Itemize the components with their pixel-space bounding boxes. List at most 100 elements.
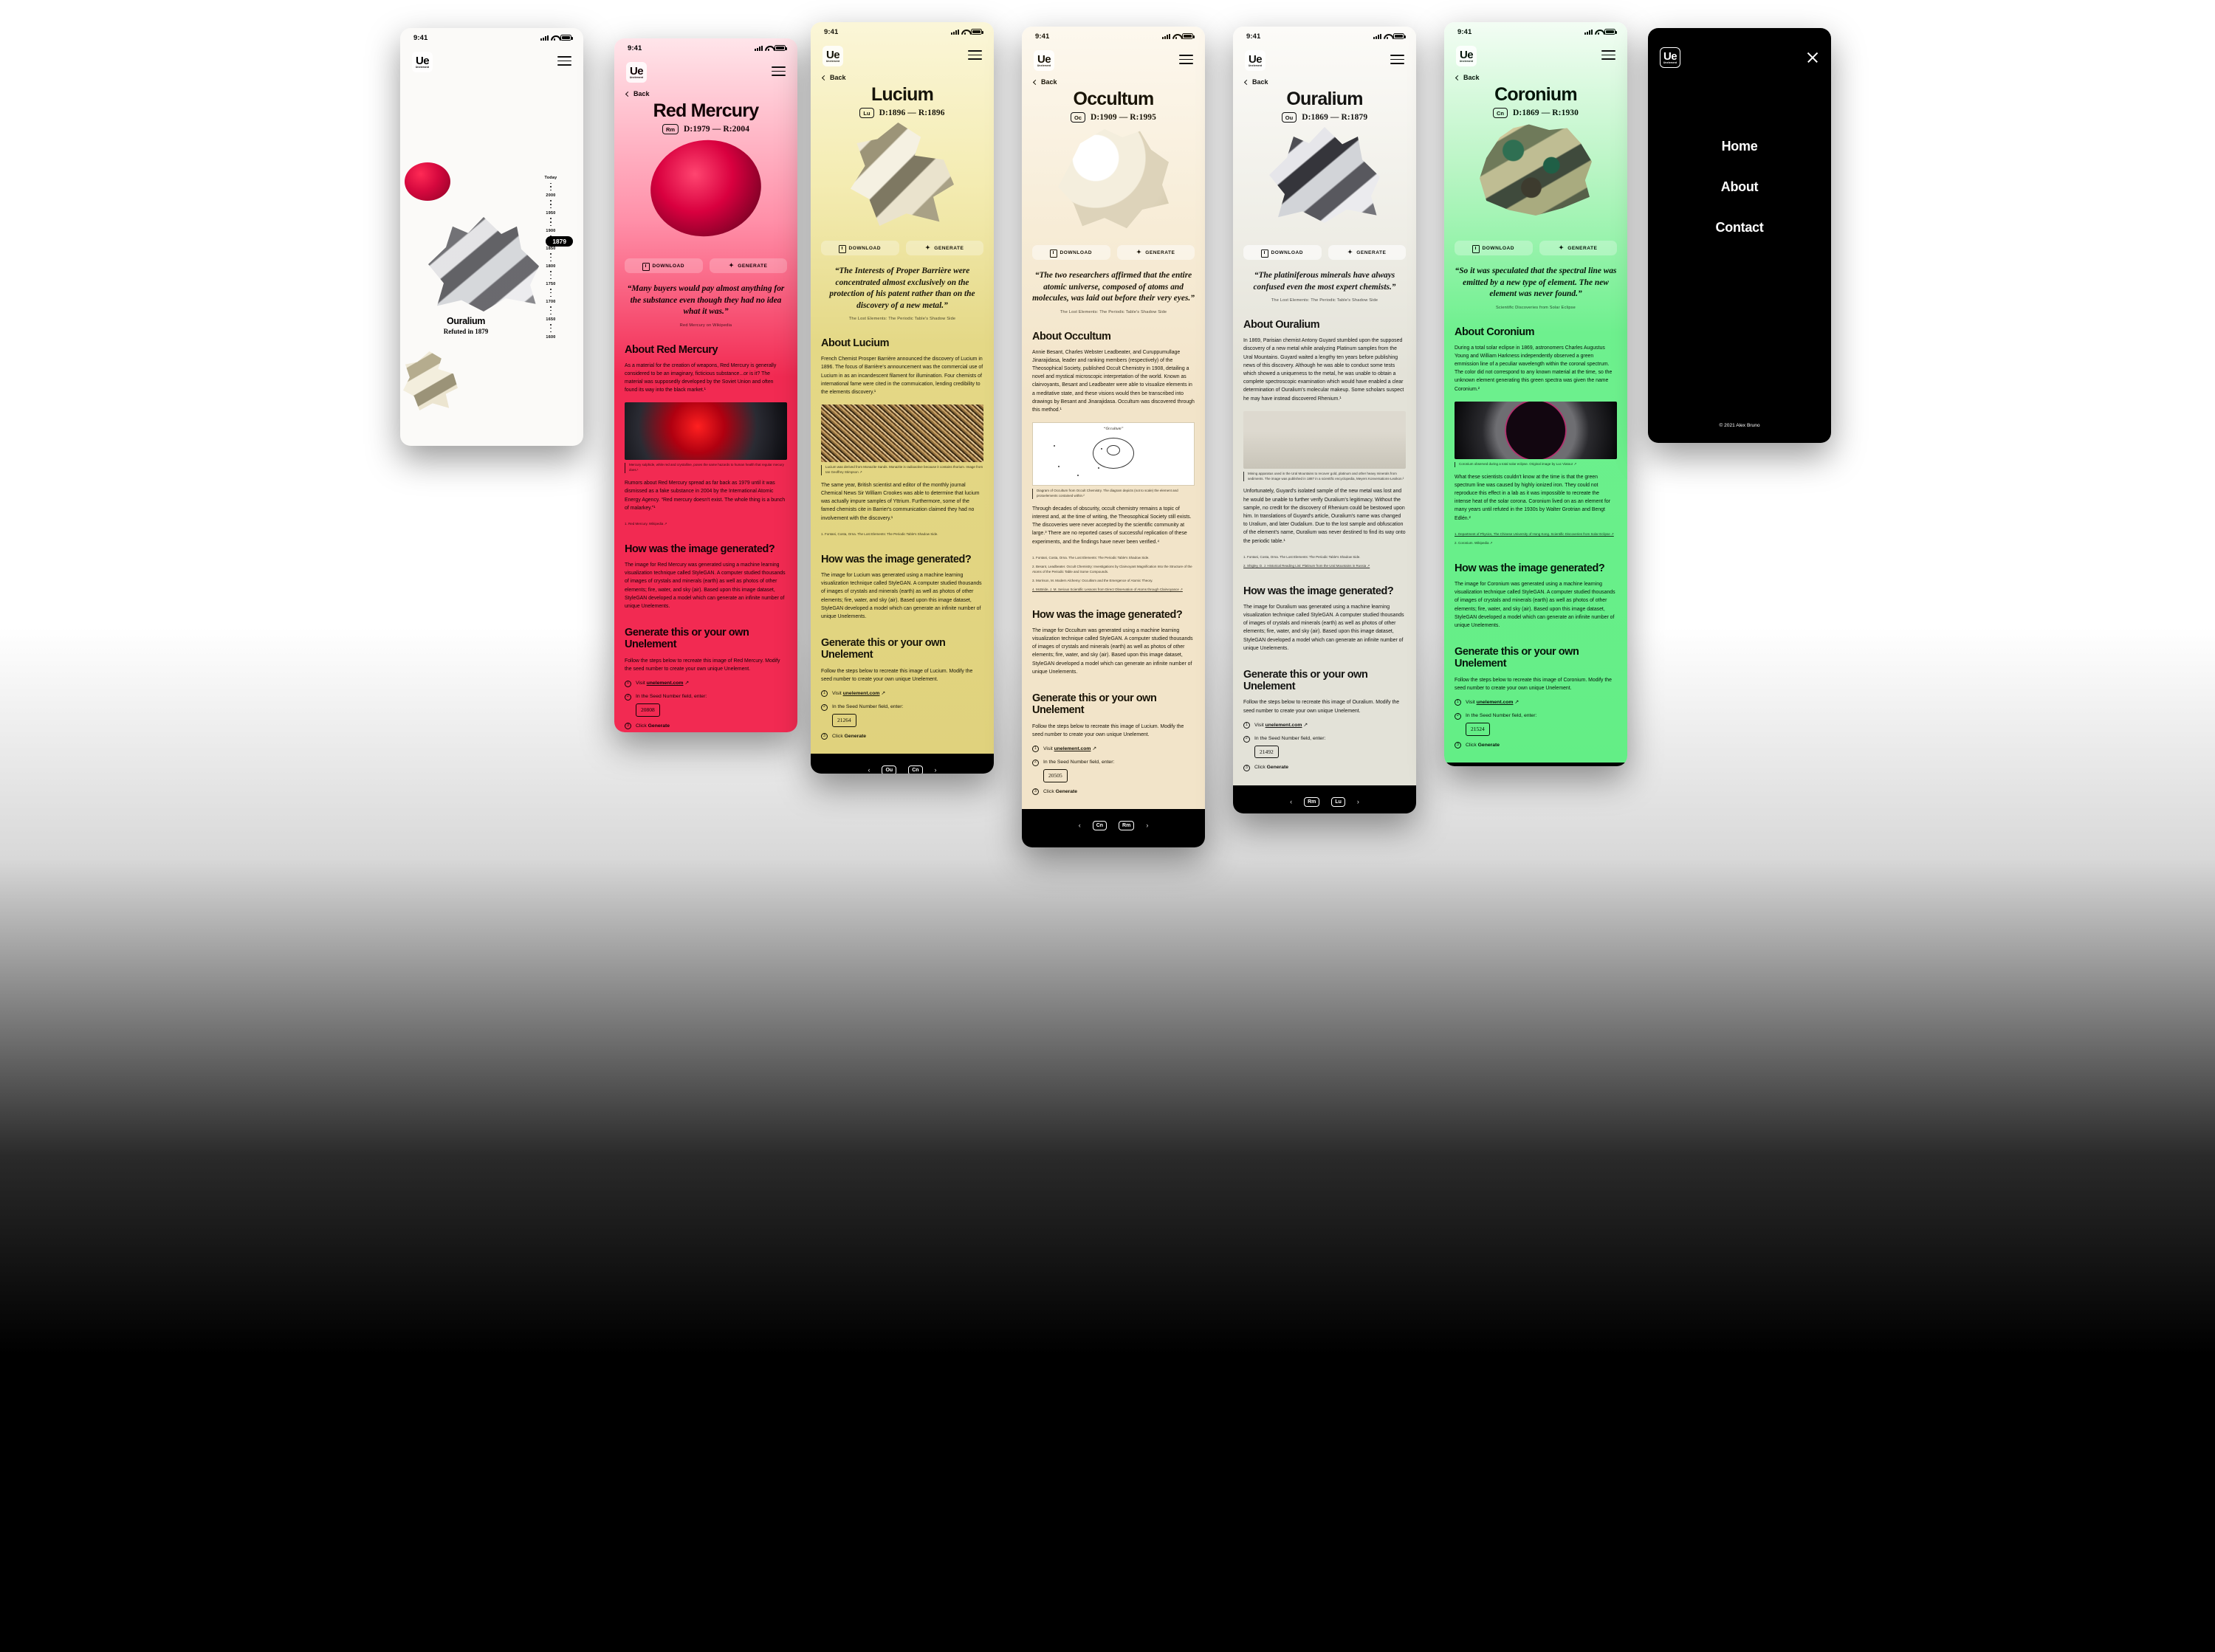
prev-element-chip[interactable]: Cn [1092, 820, 1108, 830]
reference-item[interactable]: 2. Coronium. Wikipedia ↗ [1455, 541, 1617, 546]
timeline-scale[interactable]: Today 2000 1950 1900 1850 1800 1750 1700… [535, 176, 567, 340]
unelement-link[interactable]: unelement.com [843, 691, 880, 696]
battery-icon [775, 45, 787, 51]
back-button[interactable]: Back [1233, 71, 1416, 86]
step-1: 1 Visit unelement.com ↗ [1455, 699, 1617, 706]
generate-button[interactable]: ✦ GENERATE [709, 258, 787, 273]
reference-item[interactable]: 2. Besant, Leadbeater. Occult Chemistry:… [1032, 565, 1195, 575]
reference-item[interactable]: 1. Red Mercury. Wikipedia ↗ [625, 522, 787, 527]
seed-value[interactable]: 21492 [1254, 746, 1279, 759]
seed-value[interactable]: 20808 [636, 703, 660, 717]
menu-item-contact[interactable]: Contact [1648, 220, 1831, 235]
seed-value[interactable]: 21524 [1466, 723, 1490, 736]
about-heading: About Ouralium [1243, 319, 1320, 331]
element-meta: Cn D:1869 — R:1930 [1444, 108, 1627, 118]
generate-button[interactable]: ✦ GENERATE [1328, 245, 1406, 260]
logo-main: Ue [1249, 52, 1263, 66]
reference-item[interactable]: 1. Fontani, Costa, Orna. The Lost Elemen… [821, 532, 983, 537]
unelement-link[interactable]: unelement.com [1477, 700, 1514, 705]
back-button[interactable]: Back [1444, 66, 1627, 81]
logo[interactable]: Ue Unelement [823, 46, 843, 66]
step-2: 2 In the Seed Number field, enter: 20505 [1032, 759, 1195, 782]
hamburger-menu-icon[interactable] [772, 62, 786, 79]
logo[interactable]: Ue Unelement [626, 62, 647, 83]
unelement-link[interactable]: unelement.com [1266, 723, 1302, 728]
element-hero-image [614, 133, 797, 251]
back-button[interactable]: Back [811, 66, 994, 81]
next-element-chip[interactable]: Cn [908, 765, 923, 774]
element-meta: Lu D:1896 — R:1896 [811, 108, 994, 118]
logo[interactable]: Ue Unelement [412, 52, 433, 72]
wifi-icon [961, 29, 969, 35]
back-button[interactable]: Back [614, 83, 797, 97]
reference-item[interactable]: 2. Shigley, D. J. Historical Reading Lis… [1243, 564, 1406, 569]
reference-item[interactable]: 4. McBride, J. M. Serious Scientific Les… [1032, 588, 1195, 593]
step-3-bold: Generate [1266, 765, 1289, 771]
quote-source: The Lost Elements: The Periodic Table's … [1060, 309, 1167, 314]
element-meta: Ou D:1869 — R:1879 [1233, 112, 1416, 123]
element-page-top: 9:41 Ue Unelement Back Ouralium Ou D:186… [1233, 27, 1416, 785]
next-arrow-icon[interactable]: › [935, 766, 937, 774]
status-time: 9:41 [628, 44, 642, 52]
next-arrow-icon[interactable]: › [1357, 798, 1359, 805]
logo[interactable]: Ue Unelement [1660, 47, 1680, 68]
timeline-active-year[interactable]: 1879 [546, 236, 573, 247]
step-3: 3 Click Generate [1243, 764, 1406, 771]
status-time: 9:41 [1035, 32, 1050, 41]
generate-button[interactable]: ✦ GENERATE [1116, 245, 1195, 260]
download-button[interactable]: DOWNLOAD [1243, 245, 1322, 260]
back-label: Back [1463, 74, 1480, 81]
prev-arrow-icon[interactable]: ‹ [1290, 798, 1292, 805]
download-button[interactable]: DOWNLOAD [1032, 245, 1110, 260]
hamburger-menu-icon[interactable] [1601, 46, 1615, 63]
mineral-thumb-red[interactable] [405, 162, 450, 201]
download-button[interactable]: DOWNLOAD [1455, 241, 1533, 255]
download-icon [642, 262, 650, 271]
prev-element-chip[interactable]: Rm [1304, 796, 1320, 807]
page-title: Ouralium [1286, 89, 1363, 109]
about-paragraph-2: Rumors about Red Mercury spread as far b… [625, 481, 786, 511]
reference-item[interactable]: 3. Morrison, M. Modern Alchemy: Occultis… [1032, 579, 1195, 584]
generate-button[interactable]: ✦ GENERATE [905, 241, 983, 255]
logo[interactable]: Ue Unelement [1456, 46, 1477, 66]
download-button[interactable]: DOWNLOAD [625, 258, 703, 273]
hamburger-menu-icon[interactable] [1390, 50, 1404, 67]
prev-arrow-icon[interactable]: ‹ [868, 766, 870, 774]
back-button[interactable]: Back [1022, 71, 1205, 86]
chevron-left-icon [625, 91, 631, 97]
next-element-chip[interactable]: Rm [1119, 820, 1135, 830]
generate-intro: Follow the steps below to recreate this … [821, 668, 973, 682]
reference-item[interactable]: 1. Fontani, Costa, Orna. The Lost Elemen… [1032, 556, 1195, 561]
download-button[interactable]: DOWNLOAD [821, 241, 899, 255]
unelement-link[interactable]: unelement.com [647, 681, 684, 686]
hamburger-menu-icon[interactable] [1179, 50, 1193, 67]
next-element-chip[interactable]: Lu [1331, 796, 1345, 807]
seed-value[interactable]: 21264 [832, 714, 856, 727]
generate-button[interactable]: ✦ GENERATE [1539, 241, 1617, 255]
menu-item-home[interactable]: Home [1648, 139, 1831, 154]
status-icons [755, 45, 787, 51]
next-arrow-icon[interactable]: › [1146, 822, 1148, 829]
prev-arrow-icon[interactable]: ‹ [1079, 822, 1081, 829]
prev-element-chip[interactable]: Ou [882, 765, 897, 774]
mineral-hero-ouralium[interactable] [428, 217, 539, 312]
seed-value[interactable]: 20505 [1043, 769, 1068, 782]
mineral-thumb-beige[interactable] [403, 351, 458, 410]
reference-item[interactable]: 1. Fontani, Costa, Orna. The Lost Elemen… [1243, 555, 1406, 560]
step-2: 2 In the Seed Number field, enter: 20808 [625, 693, 787, 717]
how-generated-heading: How was the image generated? [625, 543, 775, 555]
close-icon[interactable] [1806, 51, 1819, 64]
hamburger-menu-icon[interactable] [557, 52, 571, 69]
status-icons [951, 29, 983, 35]
status-bar: 9:41 [1022, 27, 1205, 46]
logo[interactable]: Ue Unelement [1245, 50, 1266, 71]
status-icons [540, 35, 573, 41]
about-paragraph-2: Unfortunately, Guyard's isolated sample … [1243, 489, 1406, 544]
step-3: 3 Click Generate [625, 723, 787, 730]
menu-item-about[interactable]: About [1648, 179, 1831, 195]
reference-item[interactable]: 1. Department of Physics, The Chinese Un… [1455, 532, 1617, 537]
generate-steps: 1 Visit unelement.com ↗ 2 In the Seed Nu… [1032, 746, 1195, 796]
logo[interactable]: Ue Unelement [1034, 50, 1054, 71]
unelement-link[interactable]: unelement.com [1054, 746, 1091, 751]
hamburger-menu-icon[interactable] [968, 46, 982, 63]
